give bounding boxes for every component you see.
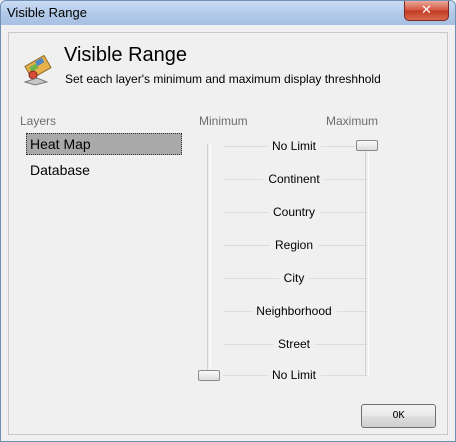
dialog-body: Visible Range Set each layer's minimum a… [8,32,448,435]
layers-range-icon [23,54,52,86]
layer-item-database[interactable]: Database [26,159,182,181]
window-title: Visible Range [7,5,87,20]
layer-item-heat-map[interactable]: Heat Map [26,133,182,155]
minimum-label: Minimum [199,114,248,128]
range-level-label: City [219,271,369,285]
close-button[interactable]: ✕ [404,1,449,21]
title-bar[interactable]: Visible Range ✕ [1,1,455,25]
range-level-label: Street [219,337,369,351]
maximum-label: Maximum [326,114,379,128]
ok-button[interactable]: OK [361,404,436,428]
layers-label: Layers [20,114,57,128]
dialog-subtitle: Set each layer's minimum and maximum dis… [65,72,381,86]
range-level-label: Country [219,205,369,219]
range-level-label: No Limit [219,368,369,382]
minimum-slider-thumb[interactable] [198,370,220,381]
range-level-label: Region [219,238,369,252]
maximum-slider-thumb[interactable] [356,140,378,151]
range-level-label: Continent [219,172,369,186]
visible-range-dialog: Visible Range ✕ Visible Range Set each l… [0,0,456,442]
range-level-label: No Limit [219,139,369,153]
maximum-slider-track[interactable] [365,144,369,376]
range-level-label: Neighborhood [219,304,369,318]
minimum-slider-track[interactable] [207,144,211,379]
dialog-title: Visible Range [64,44,188,66]
